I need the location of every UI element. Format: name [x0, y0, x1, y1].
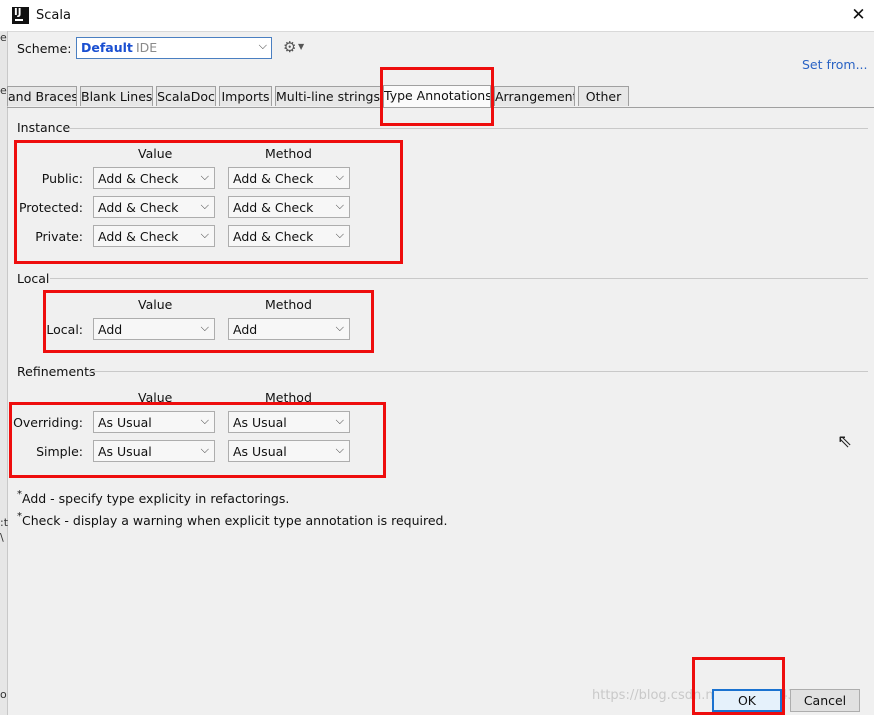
window-title: Scala — [36, 8, 71, 23]
section-label-instance: Instance — [17, 120, 71, 135]
gear-icon[interactable]: ⚙ — [283, 38, 296, 56]
note-add-text: Add - specify type explicity in refactor… — [22, 491, 290, 506]
close-icon[interactable]: ✕ — [845, 2, 872, 29]
background-glyph: :t — [0, 516, 9, 529]
set-from-link[interactable]: Set from... — [802, 57, 868, 72]
cancel-button[interactable]: Cancel — [790, 689, 860, 712]
background-glyph: \ — [0, 531, 4, 544]
tab-multiline-strings[interactable]: Multi-line strings — [275, 86, 381, 106]
section-separator — [50, 278, 868, 279]
background-glyph: e — [0, 84, 7, 97]
highlight-box-refinements — [9, 402, 386, 478]
scheme-dropdown[interactable]: Default IDE ⌵ — [76, 37, 272, 59]
scheme-kind: IDE — [136, 40, 158, 55]
highlight-box-local — [43, 290, 374, 353]
mouse-cursor-icon: ⇖ — [837, 431, 853, 452]
note-check: *Check - display a warning when explicit… — [17, 511, 447, 528]
tab-arrangement[interactable]: Arrangement — [494, 86, 575, 106]
background-window-edge: e e :t \ o — [0, 31, 8, 715]
highlight-box-tab — [380, 67, 494, 126]
section-separator — [89, 371, 868, 372]
highlight-box-instance — [14, 140, 403, 264]
note-check-text: Check - display a warning when explicit … — [22, 513, 448, 528]
tab-scaladoc[interactable]: ScalaDoc — [156, 86, 216, 106]
background-glyph: o — [0, 688, 7, 701]
scheme-label: Scheme: — [17, 41, 72, 56]
section-label-refinements: Refinements — [17, 364, 96, 379]
tab-blank-lines[interactable]: Blank Lines — [80, 86, 153, 106]
title-bar: IJ Scala ✕ — [0, 0, 874, 32]
note-add: *Add - specify type explicity in refacto… — [17, 489, 289, 506]
tab-imports[interactable]: Imports — [219, 86, 272, 106]
highlight-box-ok — [692, 657, 785, 715]
background-glyph: e — [0, 31, 7, 44]
caret-down-icon: ▼ — [298, 42, 305, 51]
chevron-down-icon: ⌵ — [258, 39, 267, 52]
tab-other[interactable]: Other — [578, 86, 629, 106]
section-label-local: Local — [17, 271, 50, 286]
scheme-name: Default — [81, 40, 133, 55]
section-separator — [68, 128, 868, 129]
intellij-app-icon: IJ — [12, 7, 29, 24]
tab-braces[interactable]: and Braces — [7, 86, 77, 106]
